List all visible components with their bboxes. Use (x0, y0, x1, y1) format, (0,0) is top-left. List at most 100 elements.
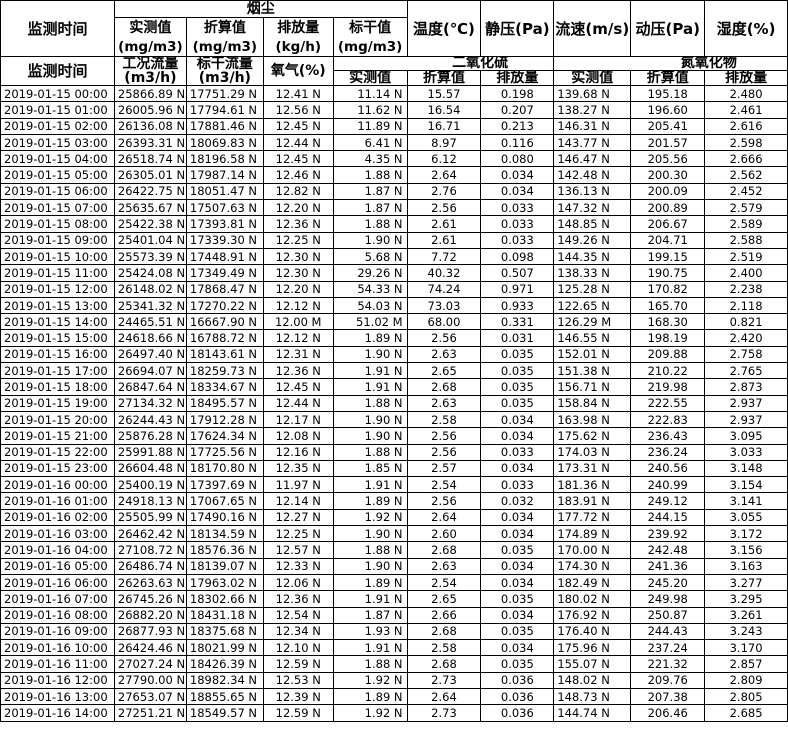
cell-nox-converted: 242.48 (630, 541, 706, 559)
cell-work-flow: 25424.08 N (113, 264, 187, 282)
header-nox-converted: 折算值 (630, 70, 706, 86)
cell-so2-measured: 1.85 N (332, 459, 408, 478)
cell-std-flow: 17448.91 N (185, 247, 264, 266)
cell-so2-emission: 0.033 (480, 443, 555, 461)
cell-so2-measured: 1.91 N (332, 476, 408, 494)
cell-nox-converted: 207.38 (630, 687, 706, 706)
cell-oxygen: 12.12 N (262, 296, 334, 315)
table-row: 2019-01-15 23:00 26604.48 N 18170.80 N 12.3… (0, 459, 788, 478)
cell-so2-measured: 1.87 N (332, 182, 408, 201)
cell-so2-measured: 1.87 N (332, 606, 408, 624)
cell-so2-emission: 0.036 (480, 687, 555, 706)
cell-work-flow: 24918.13 N (113, 492, 187, 510)
cell-std-flow: 17881.46 N (185, 117, 264, 135)
table-row: 2019-01-15 12:00 26148.02 N 17868.47 N 12.2… (0, 280, 788, 298)
cell-so2-converted: 2.68 (406, 622, 482, 641)
cell-time: 2019-01-16 09:00 (0, 622, 115, 641)
cell-time: 2019-01-15 22:00 (0, 443, 115, 461)
cell-time: 2019-01-15 09:00 (0, 231, 115, 249)
cell-nox-converted: 222.55 (630, 394, 706, 412)
cell-so2-converted: 2.64 (406, 166, 482, 184)
cell-oxygen: 12.31 N (262, 345, 334, 364)
cell-nox-measured: 125.28 N (553, 280, 632, 298)
table-row: 2019-01-16 01:00 24918.13 N 17067.65 N 12.1… (0, 492, 788, 510)
cell-nox-converted: 205.56 (630, 150, 706, 168)
cell-std-flow: 17912.28 N (185, 410, 264, 429)
table-row: 2019-01-15 09:00 25401.04 N 17339.30 N 12.2… (0, 231, 788, 249)
table-row: 2019-01-16 00:00 25400.19 N 17397.69 N 11.9… (0, 476, 788, 494)
cell-nox-emission: 2.400 (704, 264, 788, 282)
cell-nox-converted: 241.36 (630, 557, 706, 575)
cell-so2-measured: 1.88 N (332, 443, 408, 461)
cell-time: 2019-01-15 15:00 (0, 329, 115, 347)
cell-nox-measured: 174.89 N (553, 525, 632, 543)
cell-nox-emission: 2.805 (704, 687, 788, 706)
table-row: 2019-01-15 01:00 26005.96 N 17794.61 N 12.5… (0, 101, 788, 119)
cell-work-flow: 24618.66 N (113, 329, 187, 347)
cell-time: 2019-01-16 06:00 (0, 573, 115, 592)
cell-so2-converted: 2.73 (406, 671, 482, 689)
cell-nox-emission: 3.095 (704, 427, 788, 445)
cell-time: 2019-01-16 04:00 (0, 541, 115, 559)
cell-nox-emission: 2.480 (704, 84, 788, 103)
table-row: 2019-01-15 06:00 26422.75 N 18051.47 N 12.8… (0, 182, 788, 201)
cell-nox-measured: 146.47 N (553, 150, 632, 168)
cell-nox-measured: 177.72 N (553, 508, 632, 527)
cell-time: 2019-01-15 20:00 (0, 410, 115, 429)
cell-std-flow: 18495.57 N (185, 394, 264, 412)
cell-nox-emission: 2.809 (704, 671, 788, 689)
cell-nox-converted: 204.71 (630, 231, 706, 249)
cell-nox-measured: 155.07 N (553, 655, 632, 673)
cell-so2-measured: 51.02 M (332, 313, 408, 331)
cell-nox-measured: 183.91 N (553, 492, 632, 510)
cell-oxygen: 12.54 N (262, 606, 334, 624)
cell-so2-converted: 2.65 (406, 590, 482, 608)
cell-nox-emission: 2.857 (704, 655, 788, 673)
cell-nox-measured: 175.62 N (553, 427, 632, 445)
cell-nox-converted: 209.88 (630, 345, 706, 364)
cell-std-flow: 17270.22 N (185, 296, 264, 315)
cell-so2-emission: 0.035 (480, 655, 555, 673)
cell-work-flow: 26244.43 N (113, 410, 187, 429)
cell-nox-converted: 219.98 (630, 378, 706, 396)
cell-work-flow: 27134.32 N (113, 394, 187, 412)
cell-oxygen: 12.36 N (262, 215, 334, 233)
cell-nox-converted: 205.41 (630, 117, 706, 135)
table-row: 2019-01-15 03:00 26393.31 N 18069.83 N 12.4… (0, 133, 788, 152)
cell-so2-converted: 2.68 (406, 378, 482, 396)
cell-so2-measured: 1.88 N (332, 394, 408, 412)
cell-so2-converted: 2.63 (406, 345, 482, 364)
cell-so2-converted: 2.76 (406, 182, 482, 201)
cell-std-flow: 18375.68 N (185, 622, 264, 641)
cell-so2-measured: 1.92 N (332, 704, 408, 722)
cell-oxygen: 12.14 N (262, 492, 334, 510)
cell-std-flow: 17751.29 N (185, 84, 264, 103)
header-monitor-time-2: 监测时间 (0, 56, 115, 86)
cell-work-flow: 26497.40 N (113, 345, 187, 364)
cell-time: 2019-01-15 11:00 (0, 264, 115, 282)
cell-std-flow: 18549.57 N (185, 704, 264, 722)
cell-so2-measured: 5.68 N (332, 247, 408, 266)
cell-nox-emission: 2.238 (704, 280, 788, 298)
cell-so2-measured: 29.26 N (332, 264, 408, 282)
cell-so2-emission: 0.035 (480, 345, 555, 364)
cell-std-flow: 18069.83 N (185, 133, 264, 152)
cell-std-flow: 18426.39 N (185, 655, 264, 673)
cell-work-flow: 25876.28 N (113, 427, 187, 445)
table-row: 2019-01-16 08:00 26882.20 N 18431.18 N 12.5… (0, 606, 788, 624)
cell-so2-emission: 0.036 (480, 704, 555, 722)
cell-so2-measured: 11.14 N (332, 84, 408, 103)
cell-nox-measured: 144.74 N (553, 704, 632, 722)
table-row: 2019-01-15 13:00 25341.32 N 17270.22 N 12.1… (0, 296, 788, 315)
cell-so2-converted: 2.68 (406, 541, 482, 559)
header-static-pressure: 静压(Pa) (480, 0, 555, 57)
cell-so2-emission: 0.034 (480, 508, 555, 527)
cell-nox-emission: 2.589 (704, 215, 788, 233)
cell-work-flow: 25866.89 N (113, 84, 187, 103)
cell-work-flow: 26604.48 N (113, 459, 187, 478)
cell-std-flow: 17868.47 N (185, 280, 264, 298)
cell-so2-emission: 0.080 (480, 150, 555, 168)
cell-nox-emission: 2.937 (704, 410, 788, 429)
table-row: 2019-01-15 16:00 26497.40 N 18143.61 N 12.3… (0, 345, 788, 364)
cell-nox-emission: 2.873 (704, 378, 788, 396)
